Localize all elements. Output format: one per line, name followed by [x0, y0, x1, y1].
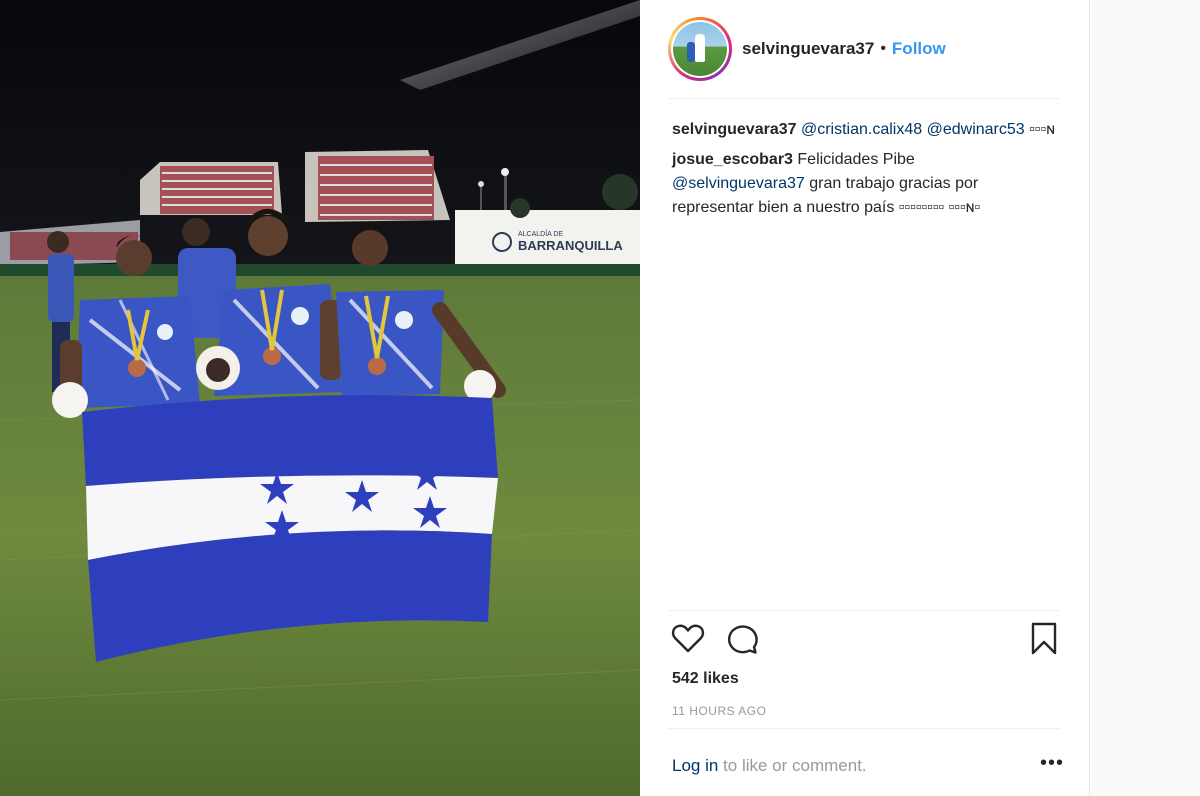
comment-item: josue_escobar3 Felicidades Pibe @selving…	[672, 148, 1062, 220]
comment-mention[interactable]: @edwinarc53	[927, 121, 1025, 138]
comment-text: Felicidades Pibe	[792, 151, 915, 168]
post-photo[interactable]: ALCALDÍA DE BARRANQUILLA	[0, 0, 640, 796]
header-separator: •	[880, 40, 886, 57]
comment-icon[interactable]	[724, 620, 760, 656]
follow-button[interactable]: Follow	[892, 39, 946, 59]
post-photo-illustration: ALCALDÍA DE BARRANQUILLA	[0, 0, 640, 796]
comment-text: ▫▫▫ɴ	[1024, 121, 1055, 138]
heart-icon[interactable]	[670, 620, 706, 656]
post-timestamp[interactable]: 11 HOURS AGO	[672, 704, 766, 718]
comments-list: selvinguevara37 @cristian.calix48 @edwin…	[672, 118, 1062, 226]
page-gutter	[1091, 0, 1200, 796]
comment-item: selvinguevara37 @cristian.calix48 @edwin…	[672, 118, 1062, 142]
post-header: selvinguevara37 • Follow	[668, 14, 946, 84]
login-prompt: Log in to like or comment. •••	[672, 752, 1064, 776]
header-divider	[668, 98, 1060, 99]
post-side-panel: selvinguevara37 • Follow selvinguevara37…	[640, 0, 1090, 796]
billboard-line2: BARRANQUILLA	[518, 238, 623, 253]
comment-mention[interactable]: @cristian.calix48	[801, 121, 922, 138]
comment-mention[interactable]: @selvinguevara37	[672, 175, 805, 192]
likes-count[interactable]: 542 likes	[672, 670, 739, 688]
post-actions	[670, 620, 1062, 660]
profile-avatar[interactable]	[668, 17, 732, 81]
footer-divider	[668, 728, 1060, 729]
post-username[interactable]: selvinguevara37	[742, 39, 874, 59]
login-link[interactable]: Log in	[672, 756, 718, 775]
avatar-image	[673, 22, 727, 76]
actions-divider	[668, 610, 1060, 611]
comment-username[interactable]: selvinguevara37	[672, 121, 797, 138]
comment-username[interactable]: josue_escobar3	[672, 151, 793, 168]
login-prompt-text: to like or comment.	[718, 756, 867, 775]
more-options-icon[interactable]: •••	[1040, 752, 1064, 775]
bookmark-icon[interactable]	[1026, 620, 1062, 656]
billboard: ALCALDÍA DE BARRANQUILLA	[455, 210, 640, 268]
billboard-line1: ALCALDÍA DE	[518, 229, 563, 238]
